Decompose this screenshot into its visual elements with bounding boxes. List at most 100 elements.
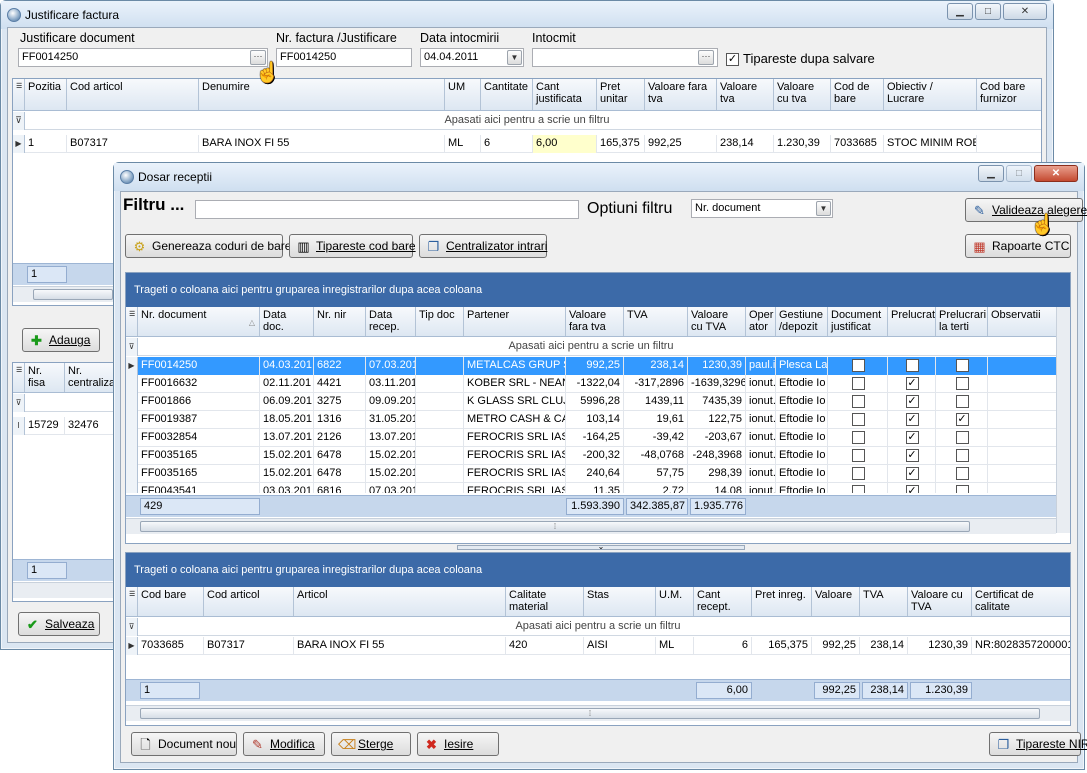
prelucrat-checkbox[interactable]: ✓: [905, 449, 919, 462]
nr-factura-field[interactable]: FF0014250: [276, 48, 412, 67]
prelucrari-terti-checkbox[interactable]: ✓: [955, 413, 969, 426]
filter-row[interactable]: ⊽ Apasati aici pentru a scrie un filtru: [126, 338, 1056, 356]
col-nr-centralizator[interactable]: Nr. centraliza: [65, 363, 117, 392]
prelucrari-terti-checkbox[interactable]: [955, 377, 969, 390]
col-um[interactable]: U.M.: [656, 587, 694, 616]
prelucrari-terti-checkbox[interactable]: [955, 485, 969, 493]
col-valoare-cu-tva[interactable]: Valoare cu tva: [774, 79, 831, 110]
col-prelucrat[interactable]: Prelucrat: [888, 307, 936, 336]
group-panel[interactable]: Trageti o coloana aici pentru gruparea i…: [126, 553, 1070, 587]
col-cant-recept[interactable]: Cant recept.: [694, 587, 752, 616]
table-row[interactable]: ▶ FF0014250 04.03.201 6822 07.03.201 METALCAS…: [126, 357, 1056, 375]
col-calitate-material[interactable]: Calitate material: [506, 587, 584, 616]
table-row[interactable]: FF0035165 15.02.201 6478 15.02.201 FEROCRIS …: [126, 465, 1056, 483]
col-pret-unitar[interactable]: Pret unitar: [597, 79, 645, 110]
col-um[interactable]: UM: [445, 79, 481, 110]
document-justificat-checkbox[interactable]: [851, 413, 865, 426]
table-row[interactable]: FF0043541 03.03.201 6816 07.03.201 FEROCRIS …: [126, 483, 1056, 493]
document-justificat-checkbox[interactable]: [851, 467, 865, 480]
justificare-document-field[interactable]: FF0014250: [18, 48, 268, 67]
filtru-input[interactable]: [195, 200, 579, 219]
col-cod-bare-furnizor[interactable]: Cod bare furnizor: [977, 79, 1041, 110]
col-prelucrari-terti[interactable]: Prelucrari la terti: [936, 307, 988, 336]
document-justificat-checkbox[interactable]: [851, 431, 865, 444]
optiuni-filtru-select[interactable]: Nr. document: [691, 199, 833, 218]
horizontal-scrollbar[interactable]: [13, 582, 117, 598]
close-button[interactable]: ✕: [1003, 3, 1047, 20]
document-justificat-checkbox[interactable]: [851, 395, 865, 408]
group-panel[interactable]: Trageti o coloana aici pentru gruparea i…: [126, 273, 1070, 307]
col-tva[interactable]: TVA: [624, 307, 688, 336]
col-gestiune[interactable]: Gestiune /depozit: [776, 307, 828, 336]
vertical-scrollbar[interactable]: [1056, 307, 1070, 533]
column-chooser-icon[interactable]: ☰: [13, 363, 25, 392]
prelucrat-checkbox[interactable]: [905, 359, 919, 372]
col-nr-document[interactable]: Nr. document △: [138, 307, 260, 336]
centralizator-intrari-button[interactable]: ❐ Centralizator intrari: [419, 234, 547, 258]
date-dropdown-icon[interactable]: ▼: [507, 50, 522, 65]
prelucrari-terti-checkbox[interactable]: [955, 467, 969, 480]
prelucrat-checkbox[interactable]: ✓: [905, 431, 919, 444]
col-certificat-calitate[interactable]: Certificat de calitate: [972, 587, 1070, 616]
minimize-button[interactable]: ▁: [978, 165, 1004, 182]
col-articol[interactable]: Articol: [294, 587, 506, 616]
table-row[interactable]: FF0035165 15.02.201 6478 15.02.201 FEROCRIS …: [126, 447, 1056, 465]
col-cantitate[interactable]: Cantitate: [481, 79, 533, 110]
maximize-button[interactable]: □: [975, 3, 1001, 20]
col-tva[interactable]: TVA: [860, 587, 908, 616]
table-row[interactable]: FF0019387 18.05.201 1316 31.05.201 METRO CAS…: [126, 411, 1056, 429]
filter-row[interactable]: ⊽ Apasati aici pentru a scrie un filtru: [13, 112, 1041, 130]
horizontal-scrollbar[interactable]: ⁞: [126, 518, 1056, 534]
table-row[interactable]: FF001866 06.09.201 3275 09.09.201 K GLASS SR…: [126, 393, 1056, 411]
prelucrari-terti-checkbox[interactable]: [955, 395, 969, 408]
salveaza-button[interactable]: ✔ Salveaza: [18, 612, 100, 636]
col-cant-justificata[interactable]: Cant justificata: [533, 79, 597, 110]
cell-cant-justificata[interactable]: 6,00: [533, 135, 597, 153]
document-justificat-checkbox[interactable]: [851, 377, 865, 390]
prelucrat-checkbox[interactable]: ✓: [905, 467, 919, 480]
filter-row[interactable]: ⊽ Apasati aici pentru a scrie un filtru: [126, 618, 1070, 636]
prelucrat-checkbox[interactable]: ✓: [905, 413, 919, 426]
col-valoare-cu-tva[interactable]: Valoare cu TVA: [908, 587, 972, 616]
col-valoare-fara-tva[interactable]: Valoare fara tva: [645, 79, 717, 110]
close-button[interactable]: ✕: [1034, 165, 1078, 182]
scroll-thumb[interactable]: ⁞: [140, 708, 1040, 719]
adauga-button[interactable]: ✚ Adauga: [22, 328, 100, 352]
col-operator[interactable]: Oper ator: [746, 307, 776, 336]
col-valoare-tva[interactable]: Valoare tva: [717, 79, 774, 110]
col-nr-nir[interactable]: Nr. nir: [314, 307, 366, 336]
iesire-button[interactable]: ✖ Iesire: [417, 732, 499, 756]
scroll-thumb[interactable]: [33, 289, 113, 300]
col-valoare-fara-tva[interactable]: Valoare fara tva: [566, 307, 624, 336]
tipareste-cod-bare-button[interactable]: ▥ Tipareste cod bare: [289, 234, 416, 258]
prelucrari-terti-checkbox[interactable]: [955, 359, 969, 372]
col-pozitia[interactable]: Pozitia: [25, 79, 67, 110]
col-valoare[interactable]: Valoare: [812, 587, 860, 616]
document-justificat-checkbox[interactable]: [851, 449, 865, 462]
scroll-thumb[interactable]: ⁞: [140, 521, 970, 532]
column-chooser-icon[interactable]: ☰: [126, 587, 138, 616]
col-nr-fisa[interactable]: Nr. fisa: [25, 363, 65, 392]
col-tip-doc[interactable]: Tip doc: [416, 307, 464, 336]
col-data-doc[interactable]: Data doc.: [260, 307, 314, 336]
prelucrari-terti-checkbox[interactable]: [955, 431, 969, 444]
table-row[interactable]: I 15729 32476: [13, 417, 117, 435]
col-cod-articol[interactable]: Cod articol: [67, 79, 199, 110]
genereaza-coduri-button[interactable]: ⚙ Genereaza coduri de bare: [125, 234, 291, 258]
column-chooser-icon[interactable]: ☰: [126, 307, 138, 336]
col-stas[interactable]: Stas: [584, 587, 656, 616]
column-chooser-icon[interactable]: ☰: [13, 79, 25, 110]
window-titlebar[interactable]: Dosar receptii ▁ □ ✕: [114, 163, 1084, 191]
prelucrat-checkbox[interactable]: ✓: [905, 485, 919, 493]
tipareste-nir-button[interactable]: ❐ Tipareste NIR: [989, 732, 1087, 756]
col-observatii[interactable]: Observatii: [988, 307, 1058, 336]
intocmit-field[interactable]: [532, 48, 718, 67]
col-cod-de-bare[interactable]: Cod de bare: [831, 79, 884, 110]
prelucrari-terti-checkbox[interactable]: [955, 449, 969, 462]
chevron-down-icon[interactable]: ▼: [816, 201, 831, 216]
document-justificat-checkbox[interactable]: [851, 359, 865, 372]
document-nou-button[interactable]: 🗋 Document nou: [131, 732, 237, 756]
col-document-justificat[interactable]: Document justificat: [828, 307, 888, 336]
col-pret-inreg[interactable]: Pret inreg.: [752, 587, 812, 616]
col-partener[interactable]: Partener: [464, 307, 566, 336]
